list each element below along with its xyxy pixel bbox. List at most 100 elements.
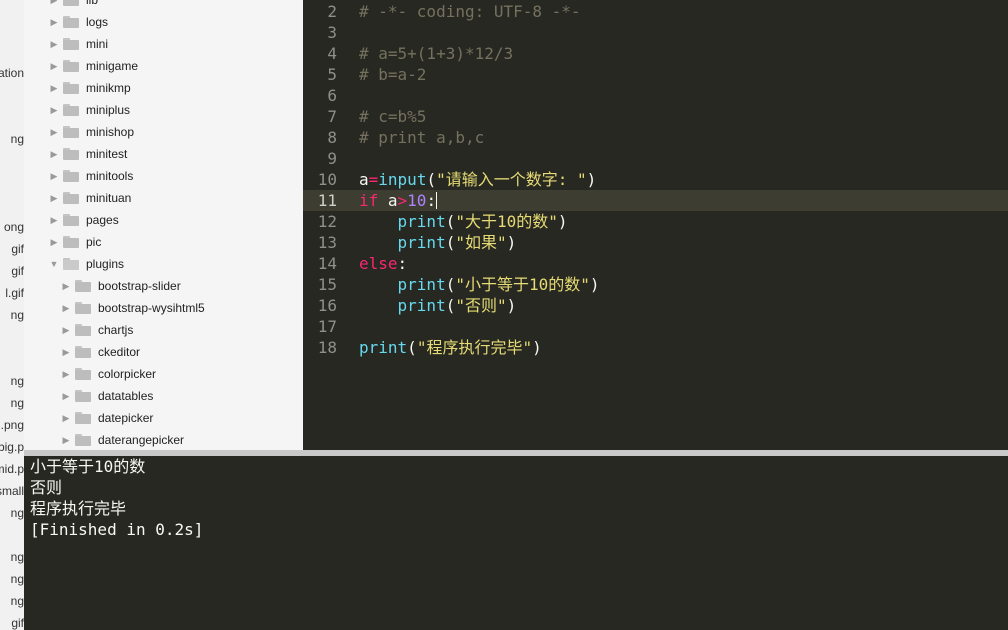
file-name-fragment[interactable]: ng <box>11 308 24 322</box>
sidebar-folder-tree[interactable]: ▶ lib ▶ logs ▶ mini ▶ minigame ▶ minikmp ▶ miniplus… <box>24 0 303 450</box>
sidebar-item-miniplus[interactable]: ▶ miniplus <box>24 99 303 121</box>
code-text[interactable]: # b=a-2 <box>359 64 426 85</box>
code-editor[interactable]: 2 # -*- coding: UTF-8 -*- 3 4 # a=5+(1+3)*12… <box>303 0 1008 450</box>
code-line[interactable]: 6 <box>303 85 1008 106</box>
sidebar-item-minituan[interactable]: ▶ minituan <box>24 187 303 209</box>
file-name-fragment[interactable]: ng <box>11 572 24 586</box>
code-text[interactable]: else: <box>359 253 407 274</box>
code-line[interactable]: 5 # b=a-2 <box>303 64 1008 85</box>
sidebar-item-pages[interactable]: ▶ pages <box>24 209 303 231</box>
sidebar-item-datatables[interactable]: ▶ datatables <box>24 385 303 407</box>
sidebar-item-minikmp[interactable]: ▶ minikmp <box>24 77 303 99</box>
line-number: 12 <box>317 212 337 231</box>
chevron-right-icon[interactable]: ▶ <box>61 275 71 297</box>
file-name-fragment[interactable]: small <box>0 484 24 498</box>
file-name-fragment[interactable]: ng <box>11 374 24 388</box>
sidebar-item-ckeditor[interactable]: ▶ ckeditor <box>24 341 303 363</box>
code-line[interactable]: 17 <box>303 316 1008 337</box>
chevron-right-icon[interactable]: ▶ <box>61 407 71 429</box>
code-text[interactable]: # -*- coding: UTF-8 -*- <box>359 1 581 22</box>
chevron-right-icon[interactable]: ▶ <box>49 187 59 209</box>
chevron-right-icon[interactable]: ▶ <box>49 165 59 187</box>
file-name-fragment[interactable]: ng <box>11 594 24 608</box>
sidebar-item-minigame[interactable]: ▶ minigame <box>24 55 303 77</box>
text-cursor <box>436 192 438 209</box>
code-token-str: "小于等于10的数" <box>455 275 590 294</box>
chevron-right-icon[interactable]: ▶ <box>61 385 71 407</box>
code-text[interactable]: print("小于等于10的数") <box>359 274 600 295</box>
file-name-fragment[interactable]: ation <box>0 66 24 80</box>
code-line[interactable]: 4 # a=5+(1+3)*12/3 <box>303 43 1008 64</box>
chevron-right-icon[interactable]: ▶ <box>61 429 71 450</box>
chevron-right-icon[interactable]: ▶ <box>49 55 59 77</box>
sidebar-item-bootstrap-wysihtml5[interactable]: ▶ bootstrap-wysihtml5 <box>24 297 303 319</box>
sidebar-item-minitools[interactable]: ▶ minitools <box>24 165 303 187</box>
code-line[interactable]: 12 print("大于10的数") <box>303 211 1008 232</box>
code-text[interactable]: a=input("请输入一个数字: ") <box>359 169 596 190</box>
code-line[interactable]: 15 print("小于等于10的数") <box>303 274 1008 295</box>
code-text[interactable]: # c=b%5 <box>359 106 426 127</box>
code-line[interactable]: 10 a=input("请输入一个数字: ") <box>303 169 1008 190</box>
code-text[interactable]: print("否则") <box>359 295 517 316</box>
file-name-fragment[interactable]: ong <box>4 220 24 234</box>
chevron-right-icon[interactable]: ▶ <box>61 319 71 341</box>
chevron-right-icon[interactable]: ▶ <box>49 11 59 33</box>
file-name-fragment[interactable]: l.gif <box>5 286 24 300</box>
file-name-fragment[interactable]: ng <box>11 506 24 520</box>
chevron-right-icon[interactable]: ▶ <box>49 121 59 143</box>
code-text[interactable]: print("如果") <box>359 232 517 253</box>
file-name-fragment[interactable]: gif <box>11 616 24 630</box>
chevron-right-icon[interactable]: ▶ <box>49 77 59 99</box>
sidebar-item-plugins[interactable]: ▼ plugins <box>24 253 303 275</box>
chevron-right-icon[interactable]: ▶ <box>49 209 59 231</box>
sidebar-item-lib[interactable]: ▶ lib <box>24 0 303 11</box>
file-name-fragment[interactable]: gif <box>11 264 24 278</box>
line-number: 7 <box>327 107 337 126</box>
code-line[interactable]: 18 print("程序执行完毕") <box>303 337 1008 358</box>
sidebar-item-minishop[interactable]: ▶ minishop <box>24 121 303 143</box>
build-output-panel[interactable]: 小于等于10的数 否则 程序执行完毕 [Finished in 0.2s] <box>24 456 1008 630</box>
sidebar-item-chartjs[interactable]: ▶ chartjs <box>24 319 303 341</box>
chevron-right-icon[interactable]: ▶ <box>61 297 71 319</box>
code-line[interactable]: 8 # print a,b,c <box>303 127 1008 148</box>
file-name-fragment[interactable]: mid.p <box>0 462 24 476</box>
chevron-right-icon[interactable]: ▶ <box>49 231 59 253</box>
code-text[interactable]: if a>10: <box>359 190 438 211</box>
chevron-right-icon[interactable]: ▶ <box>49 33 59 55</box>
sidebar-item-mini[interactable]: ▶ mini <box>24 33 303 55</box>
chevron-right-icon[interactable]: ▶ <box>61 341 71 363</box>
code-text[interactable]: # a=5+(1+3)*12/3 <box>359 43 513 64</box>
sidebar-item-minitest[interactable]: ▶ minitest <box>24 143 303 165</box>
code-token-plain: ( <box>445 296 456 315</box>
code-line[interactable]: 13 print("如果") <box>303 232 1008 253</box>
file-name-fragment[interactable]: big.p <box>0 440 24 454</box>
file-name-fragment[interactable]: gif <box>11 242 24 256</box>
sidebar-item-pic[interactable]: ▶ pic <box>24 231 303 253</box>
file-name-fragment[interactable]: .png <box>1 418 24 432</box>
sidebar-item-datepicker[interactable]: ▶ datepicker <box>24 407 303 429</box>
chevron-right-icon[interactable]: ▶ <box>49 0 59 11</box>
file-name-fragment[interactable]: ng <box>11 396 24 410</box>
code-text[interactable]: print("程序执行完毕") <box>359 337 542 358</box>
code-line[interactable]: 7 # c=b%5 <box>303 106 1008 127</box>
sidebar-item-colorpicker[interactable]: ▶ colorpicker <box>24 363 303 385</box>
chevron-right-icon[interactable]: ▶ <box>49 99 59 121</box>
chevron-down-icon[interactable]: ▼ <box>49 253 59 275</box>
code-line[interactable]: 2 # -*- coding: UTF-8 -*- <box>303 1 1008 22</box>
code-line[interactable]: 9 <box>303 148 1008 169</box>
code-line[interactable]: 16 print("否则") <box>303 295 1008 316</box>
code-line[interactable]: 3 <box>303 22 1008 43</box>
chevron-right-icon[interactable]: ▶ <box>61 363 71 385</box>
sidebar-item-daterangepicker[interactable]: ▶ daterangepicker <box>24 429 303 450</box>
code-token-plain: ( <box>407 338 417 357</box>
chevron-right-icon[interactable]: ▶ <box>49 143 59 165</box>
code-line-current[interactable]: 11 if a>10: <box>303 190 1008 211</box>
code-line[interactable]: 14 else: <box>303 253 1008 274</box>
code-text[interactable]: # print a,b,c <box>359 127 484 148</box>
sidebar-item-logs[interactable]: ▶ logs <box>24 11 303 33</box>
code-text[interactable]: print("大于10的数") <box>359 211 568 232</box>
sidebar-item-bootstrap-slider[interactable]: ▶ bootstrap-slider <box>24 275 303 297</box>
file-name-fragment[interactable]: ng <box>11 132 24 146</box>
file-name-fragment[interactable]: ng <box>11 550 24 564</box>
line-number: 16 <box>317 296 337 315</box>
